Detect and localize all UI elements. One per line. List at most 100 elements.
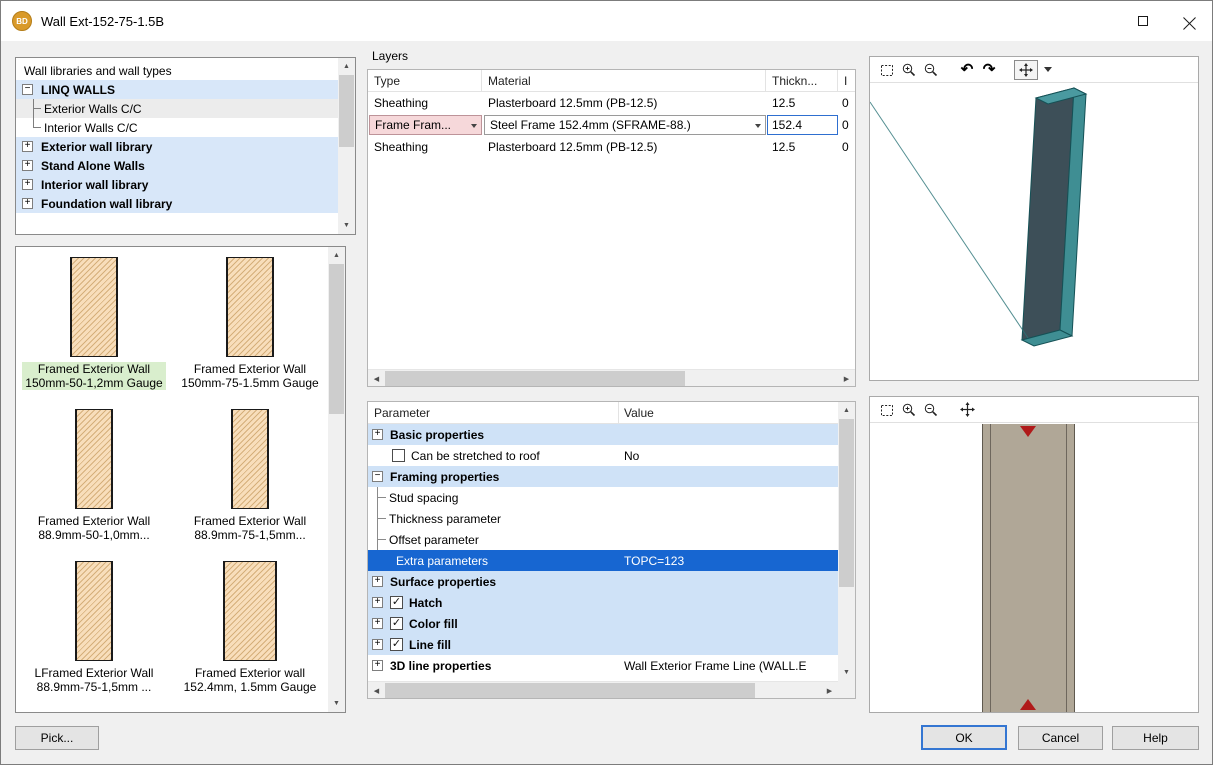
layer-thickness-cell[interactable]: 12.5 (766, 136, 838, 158)
rotate-cw-icon[interactable]: ↷ (978, 59, 1000, 81)
expand-icon[interactable] (372, 639, 383, 650)
scroll-down-icon[interactable] (328, 695, 345, 712)
expand-icon[interactable] (372, 618, 383, 629)
param-extra-parameters-selected[interactable]: Extra parameters TOPC=123 (368, 550, 838, 571)
scrollbar-thumb[interactable] (839, 419, 854, 587)
zoom-window-icon[interactable] (876, 399, 898, 421)
help-button[interactable]: Help (1112, 726, 1199, 750)
layer-material-cell[interactable]: Plasterboard 12.5mm (PB-12.5) (482, 92, 766, 114)
tree-item-exterior-wall-library[interactable]: Exterior wall library (16, 137, 338, 156)
layer-row-3[interactable]: Sheathing Plasterboard 12.5mm (PB-12.5) … (368, 136, 855, 158)
column-header-cutoff[interactable]: I (838, 70, 855, 91)
wall-type-item-4[interactable]: Framed Exterior Wall 88.9mm-75-1,5mm... (191, 409, 309, 561)
gallery-scrollbar[interactable] (328, 247, 345, 712)
column-header-value[interactable]: Value (618, 402, 660, 423)
wall-type-item-1[interactable]: Framed Exterior Wall 150mm-50-1,2mm Gaug… (22, 257, 165, 409)
wall-3d-preview[interactable] (870, 84, 1198, 380)
param-group-basic-properties[interactable]: Basic properties (368, 424, 838, 445)
zoom-out-icon[interactable] (920, 59, 942, 81)
column-header-material[interactable]: Material (482, 70, 766, 91)
param-group-hatch[interactable]: Hatch (368, 592, 838, 613)
scroll-right-icon[interactable] (838, 370, 855, 387)
expand-icon[interactable] (22, 160, 33, 171)
scroll-down-icon[interactable] (838, 664, 855, 681)
layer-type-select[interactable]: Frame Fram... (369, 115, 482, 135)
tree-scrollbar[interactable] (338, 58, 355, 234)
scrollbar-thumb[interactable] (339, 75, 354, 147)
scrollbar-thumb[interactable] (385, 371, 685, 386)
column-header-parameter[interactable]: Parameter (368, 402, 618, 423)
scroll-up-icon[interactable] (328, 247, 345, 264)
layer-offset-cell[interactable]: 0 (838, 136, 850, 158)
wall-type-item-5[interactable]: LFramed Exterior Wall 88.9mm-75-1,5mm ..… (32, 561, 157, 713)
param-group-surface-properties[interactable]: Surface properties (368, 571, 838, 592)
param-stud-spacing[interactable]: Stud spacing (368, 487, 838, 508)
parameters-vscrollbar[interactable] (838, 402, 855, 681)
chevron-down-icon[interactable] (1044, 67, 1052, 72)
scroll-right-icon[interactable] (821, 682, 838, 699)
checkbox-checked[interactable] (390, 617, 403, 630)
wall-type-item-3[interactable]: Framed Exterior Wall 88.9mm-50-1,0mm... (35, 409, 153, 561)
param-offset-parameter[interactable]: Offset parameter (368, 529, 838, 550)
tree-item-stand-alone-walls[interactable]: Stand Alone Walls (16, 156, 338, 175)
tree-item-linq-walls[interactable]: LINQ WALLS (16, 80, 338, 99)
scroll-up-icon[interactable] (838, 402, 855, 419)
rotate-ccw-icon[interactable]: ↶ (956, 59, 978, 81)
layer-type-cell[interactable]: Sheathing (368, 136, 482, 158)
maximize-button[interactable] (1120, 1, 1166, 41)
wall-section-preview[interactable] (870, 424, 1198, 712)
pick-button[interactable]: Pick... (15, 726, 99, 750)
wall-type-item-6[interactable]: Framed Exterior wall 152.4mm, 1.5mm Gaug… (181, 561, 320, 713)
parameters-hscrollbar[interactable] (368, 681, 838, 698)
layer-row-1[interactable]: Sheathing Plasterboard 12.5mm (PB-12.5) … (368, 92, 855, 114)
tree-item-interior-walls-cc[interactable]: Interior Walls C/C (16, 118, 338, 137)
param-group-framing-properties[interactable]: Framing properties (368, 466, 838, 487)
column-header-type[interactable]: Type (368, 70, 482, 91)
expand-icon[interactable] (372, 429, 383, 440)
expand-icon[interactable] (22, 141, 33, 152)
scroll-left-icon[interactable] (368, 370, 385, 387)
cancel-button[interactable]: Cancel (1018, 726, 1103, 750)
scroll-left-icon[interactable] (368, 682, 385, 699)
zoom-out-icon[interactable] (920, 399, 942, 421)
zoom-in-icon[interactable] (898, 399, 920, 421)
param-group-color-fill[interactable]: Color fill (368, 613, 838, 634)
layers-hscrollbar[interactable] (368, 369, 855, 386)
layer-row-2-selected[interactable]: Frame Fram... Steel Frame 152.4mm (SFRAM… (368, 114, 855, 136)
expand-icon[interactable] (22, 198, 33, 209)
tree-item-exterior-walls-cc[interactable]: Exterior Walls C/C (16, 99, 338, 118)
zoom-in-icon[interactable] (898, 59, 920, 81)
checkbox-checked[interactable] (390, 596, 403, 609)
param-can-be-stretched[interactable]: Can be stretched to roof No (368, 445, 838, 466)
ok-button[interactable]: OK (921, 725, 1007, 750)
scrollbar-thumb[interactable] (385, 683, 755, 698)
zoom-window-icon[interactable] (876, 59, 898, 81)
expand-icon[interactable] (372, 597, 383, 608)
expand-icon[interactable] (22, 179, 33, 190)
param-thickness-parameter[interactable]: Thickness parameter (368, 508, 838, 529)
wall-type-item-2[interactable]: Framed Exterior Wall 150mm-75-1.5mm Gaug… (178, 257, 321, 409)
param-group-line-fill[interactable]: Line fill (368, 634, 838, 655)
layer-type-cell[interactable]: Sheathing (368, 92, 482, 114)
layer-material-select[interactable]: Steel Frame 152.4mm (SFRAME-88.) (484, 115, 766, 135)
expand-icon[interactable] (372, 576, 383, 587)
collapse-icon[interactable] (22, 84, 33, 95)
layer-thickness-input[interactable]: 152.4 (767, 115, 838, 135)
layer-offset-cell[interactable]: 0 (838, 114, 850, 136)
collapse-icon[interactable] (372, 471, 383, 482)
checkbox-checked[interactable] (390, 638, 403, 651)
scrollbar-thumb[interactable] (329, 264, 344, 414)
close-button[interactable] (1166, 1, 1212, 41)
column-header-thickness[interactable]: Thickn... (766, 70, 838, 91)
checkbox-unchecked[interactable] (392, 449, 405, 462)
layer-offset-cell[interactable]: 0 (838, 92, 850, 114)
tree-item-foundation-wall-library[interactable]: Foundation wall library (16, 194, 338, 213)
scroll-up-icon[interactable] (338, 58, 355, 75)
pan-icon[interactable] (956, 399, 978, 421)
expand-icon[interactable] (372, 660, 383, 671)
param-group-3d-line-properties[interactable]: 3D line properties Wall Exterior Frame L… (368, 655, 838, 676)
scroll-down-icon[interactable] (338, 217, 355, 234)
layer-thickness-cell[interactable]: 12.5 (766, 92, 838, 114)
tree-item-interior-wall-library[interactable]: Interior wall library (16, 175, 338, 194)
pan-tool-icon[interactable] (1014, 60, 1038, 80)
